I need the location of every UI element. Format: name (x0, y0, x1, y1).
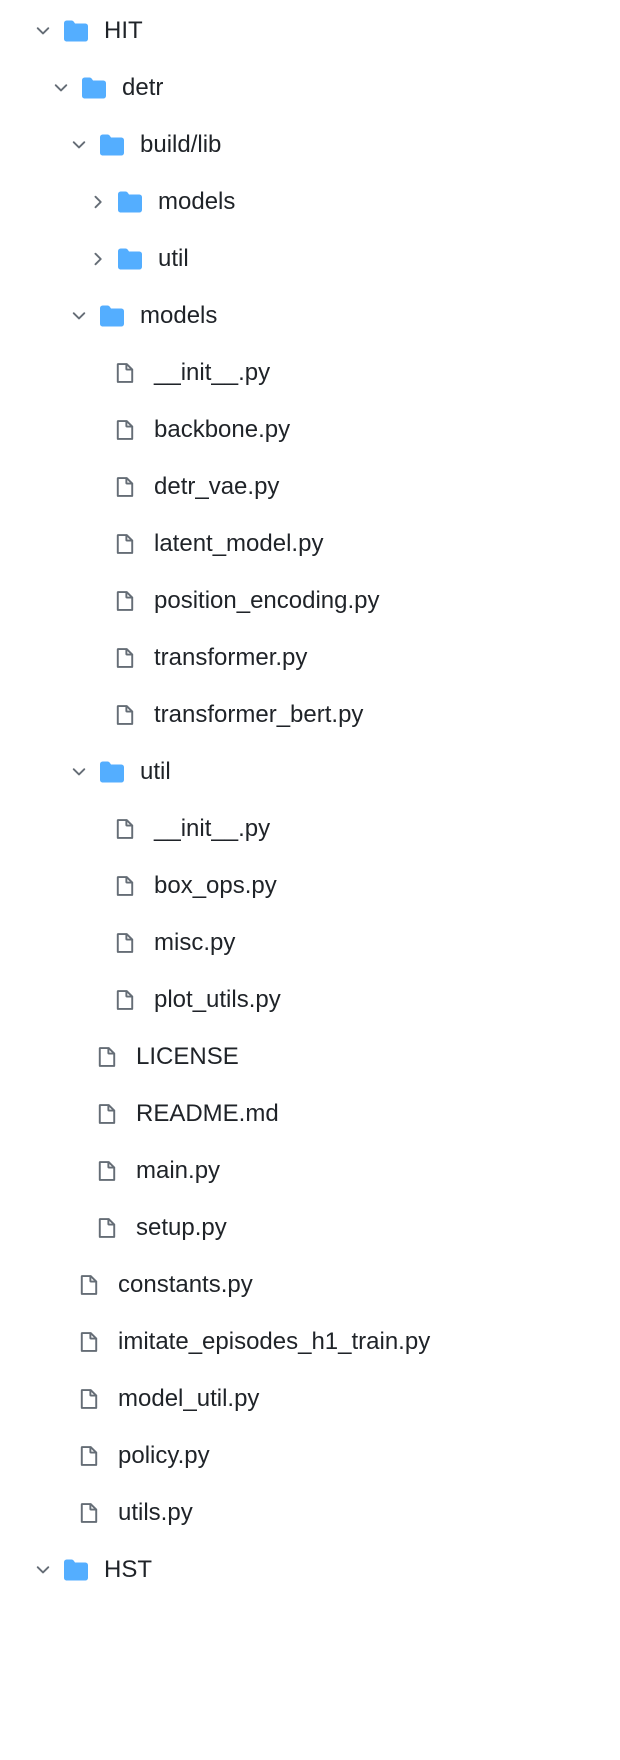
file-icon (114, 644, 138, 672)
tree-file[interactable]: utils.py (0, 1484, 620, 1541)
folder-icon (98, 131, 126, 159)
file-label: README.md (136, 1102, 279, 1126)
tree-file[interactable]: imitate_episodes_h1_train.py (0, 1313, 620, 1370)
file-label: transformer_bert.py (154, 703, 363, 727)
file-label: utils.py (118, 1501, 193, 1525)
tree-file[interactable]: __init__.py (0, 800, 620, 857)
folder-icon (80, 74, 108, 102)
file-label: __init__.py (154, 361, 270, 385)
tree-file[interactable]: misc.py (0, 914, 620, 971)
file-label: main.py (136, 1159, 220, 1183)
file-icon (114, 701, 138, 729)
file-icon (114, 872, 138, 900)
chevron-down-icon (32, 1559, 54, 1581)
tree-file[interactable]: detr_vae.py (0, 458, 620, 515)
tree-folder-buildlib[interactable]: build/lib (0, 116, 620, 173)
tree-file[interactable]: position_encoding.py (0, 572, 620, 629)
file-icon (78, 1328, 102, 1356)
folder-icon (116, 188, 144, 216)
folder-label: util (158, 247, 189, 271)
file-icon (78, 1271, 102, 1299)
tree-file[interactable]: box_ops.py (0, 857, 620, 914)
file-label: imitate_episodes_h1_train.py (118, 1330, 430, 1354)
file-tree: HIT detr build/lib models util models __… (0, 0, 620, 1598)
file-icon (78, 1442, 102, 1470)
tree-file[interactable]: main.py (0, 1142, 620, 1199)
folder-label: build/lib (140, 133, 221, 157)
file-icon (114, 359, 138, 387)
folder-icon (62, 1556, 90, 1584)
file-icon (96, 1100, 120, 1128)
file-label: latent_model.py (154, 532, 323, 556)
tree-file[interactable]: README.md (0, 1085, 620, 1142)
file-label: LICENSE (136, 1045, 239, 1069)
file-icon (114, 530, 138, 558)
file-icon (96, 1214, 120, 1242)
tree-folder-hit[interactable]: HIT (0, 2, 620, 59)
folder-icon (98, 758, 126, 786)
file-icon (114, 587, 138, 615)
file-label: plot_utils.py (154, 988, 281, 1012)
tree-folder-detr[interactable]: detr (0, 59, 620, 116)
chevron-down-icon (32, 20, 54, 42)
tree-file[interactable]: model_util.py (0, 1370, 620, 1427)
folder-label: models (158, 190, 235, 214)
folder-icon (62, 17, 90, 45)
file-label: model_util.py (118, 1387, 259, 1411)
tree-folder-models[interactable]: models (0, 287, 620, 344)
tree-file[interactable]: setup.py (0, 1199, 620, 1256)
tree-file[interactable]: latent_model.py (0, 515, 620, 572)
file-label: position_encoding.py (154, 589, 380, 613)
file-label: constants.py (118, 1273, 253, 1297)
file-icon (114, 986, 138, 1014)
file-label: policy.py (118, 1444, 210, 1468)
chevron-down-icon (68, 305, 90, 327)
file-icon (78, 1385, 102, 1413)
tree-folder-util[interactable]: util (0, 743, 620, 800)
file-label: detr_vae.py (154, 475, 279, 499)
folder-label: util (140, 760, 171, 784)
file-label: misc.py (154, 931, 235, 955)
tree-file[interactable]: transformer.py (0, 629, 620, 686)
chevron-right-icon (86, 191, 108, 213)
file-icon (114, 416, 138, 444)
chevron-down-icon (68, 134, 90, 156)
tree-file[interactable]: transformer_bert.py (0, 686, 620, 743)
chevron-down-icon (68, 761, 90, 783)
folder-label: HST (104, 1558, 152, 1582)
file-icon (78, 1499, 102, 1527)
folder-icon (98, 302, 126, 330)
folder-label: detr (122, 76, 163, 100)
tree-file[interactable]: backbone.py (0, 401, 620, 458)
chevron-right-icon (86, 248, 108, 270)
tree-file[interactable]: plot_utils.py (0, 971, 620, 1028)
folder-icon (116, 245, 144, 273)
file-label: __init__.py (154, 817, 270, 841)
file-label: box_ops.py (154, 874, 277, 898)
file-icon (114, 815, 138, 843)
file-label: setup.py (136, 1216, 227, 1240)
tree-folder-hst[interactable]: HST (0, 1541, 620, 1598)
tree-file[interactable]: LICENSE (0, 1028, 620, 1085)
file-label: backbone.py (154, 418, 290, 442)
tree-file[interactable]: policy.py (0, 1427, 620, 1484)
folder-label: HIT (104, 19, 143, 43)
tree-file[interactable]: constants.py (0, 1256, 620, 1313)
tree-folder-buildlib-util[interactable]: util (0, 230, 620, 287)
file-icon (114, 473, 138, 501)
folder-label: models (140, 304, 217, 328)
tree-file[interactable]: __init__.py (0, 344, 620, 401)
chevron-down-icon (50, 77, 72, 99)
file-label: transformer.py (154, 646, 307, 670)
file-icon (96, 1043, 120, 1071)
file-icon (114, 929, 138, 957)
tree-folder-buildlib-models[interactable]: models (0, 173, 620, 230)
file-icon (96, 1157, 120, 1185)
